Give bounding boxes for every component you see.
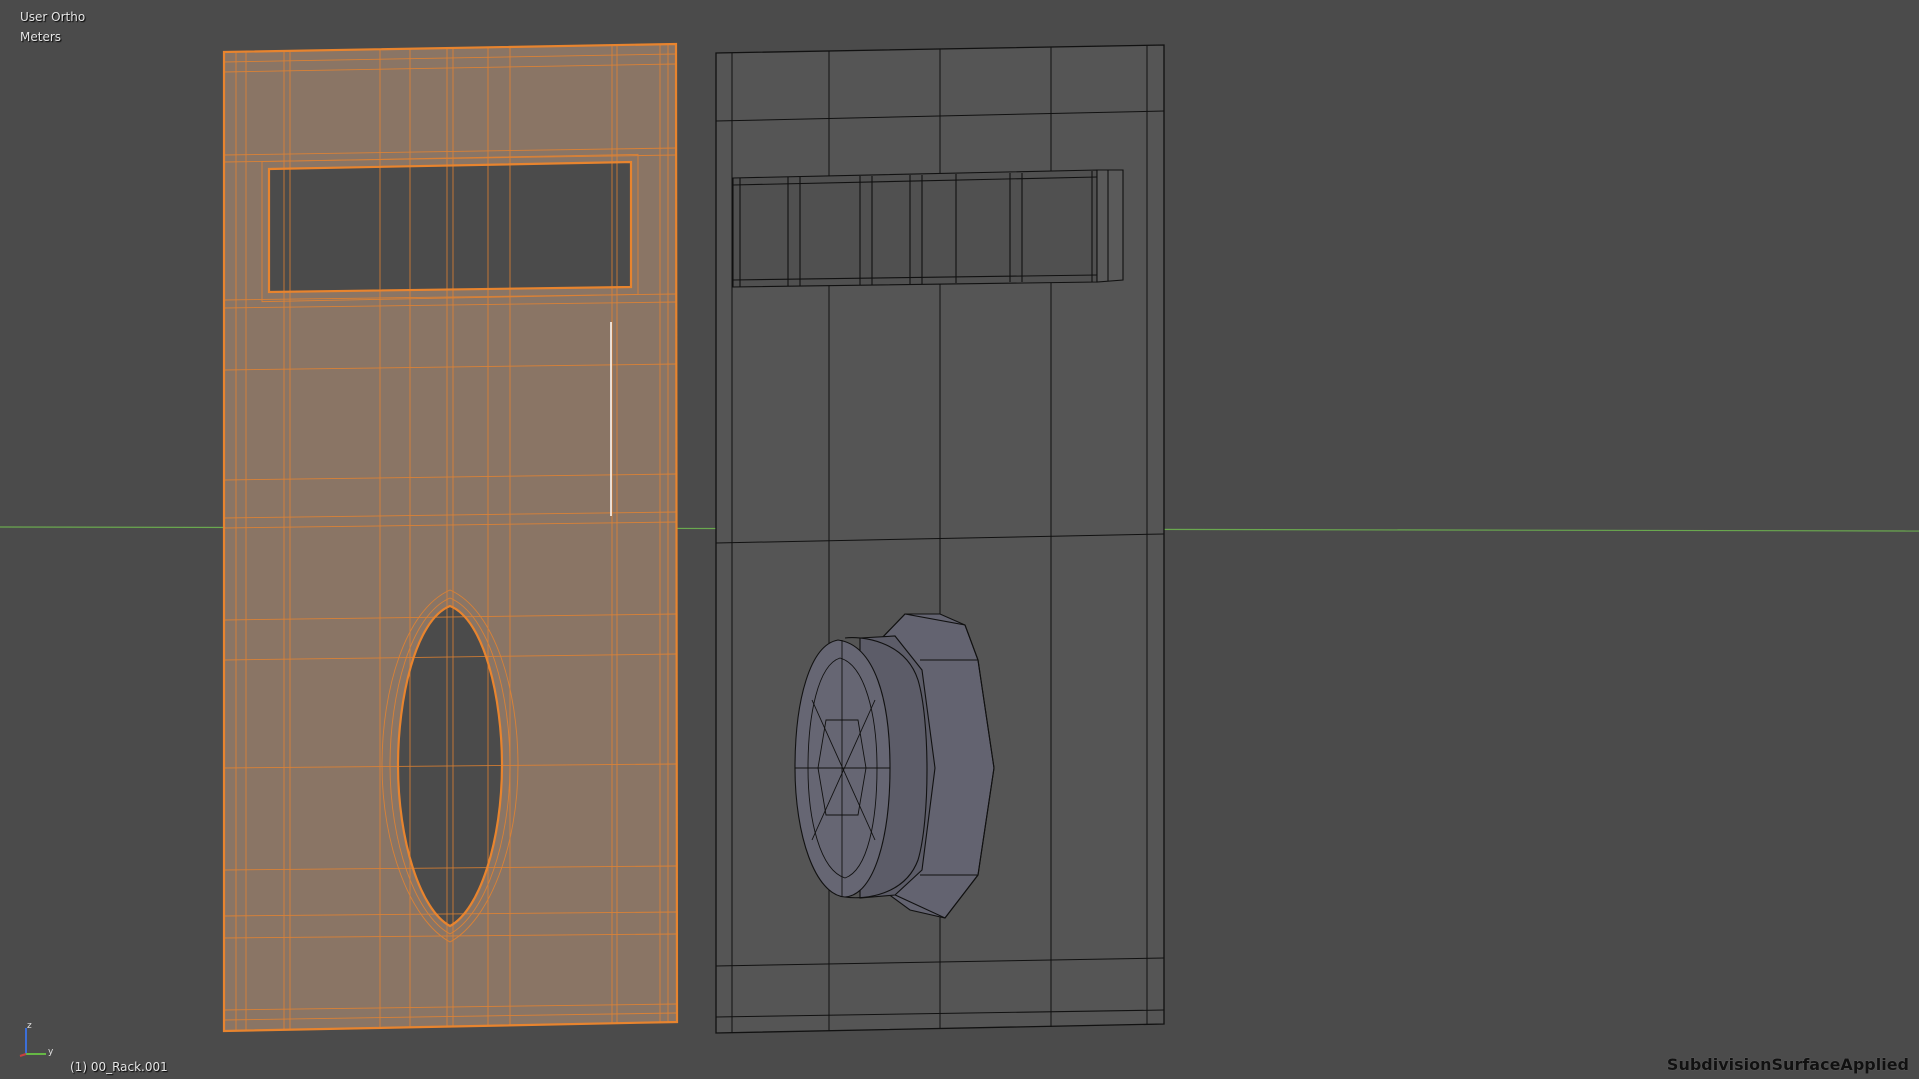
z-axis-label: z bbox=[27, 1021, 32, 1031]
knob-panel[interactable] bbox=[715, 44, 1165, 1034]
modifier-name-label: SubdivisionSurfaceApplied bbox=[1666, 1055, 1909, 1074]
3d-viewport[interactable]: User Ortho Meters (1) 00_Rack.001 Subdiv… bbox=[0, 0, 1919, 1079]
view-type-label: User Ortho bbox=[20, 10, 86, 24]
scene-canvas[interactable] bbox=[0, 0, 1919, 1079]
axis-gizmo-icon[interactable]: z y bbox=[18, 1020, 68, 1060]
selected-panel-face bbox=[224, 44, 677, 1031]
units-label: Meters bbox=[20, 30, 62, 44]
active-object-info: (1) 00_Rack.001 bbox=[70, 1060, 168, 1074]
knob bbox=[794, 613, 995, 919]
selected-panel[interactable] bbox=[222, 42, 679, 1033]
y-axis-label: y bbox=[48, 1047, 54, 1057]
display-bezel bbox=[732, 169, 1124, 288]
